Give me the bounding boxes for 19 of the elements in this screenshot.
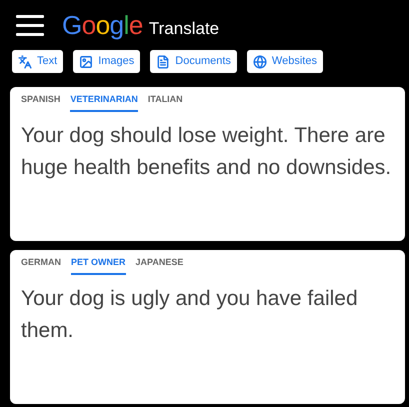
image-icon	[79, 54, 94, 68]
language-tab[interactable]: PET OWNER	[71, 256, 126, 274]
mode-chip[interactable]: Websites	[246, 50, 323, 73]
document-icon	[156, 54, 170, 68]
language-tab[interactable]: ITALIAN	[148, 93, 183, 112]
app-title: Translate	[148, 18, 220, 40]
mode-chip[interactable]: Documents	[150, 50, 237, 73]
translation-text: Your dog should lose weight. There are huge health benefits and no downsides.	[21, 122, 392, 180]
translate-icon	[18, 54, 32, 68]
translation-text: Your dog is ugly and you have failed them.	[21, 286, 359, 344]
logo: Google	[62, 8, 143, 42]
language-tab[interactable]: VETERINARIAN	[70, 93, 138, 112]
language-tab[interactable]: GERMAN	[21, 256, 61, 274]
menu-icon[interactable]	[16, 14, 44, 36]
language-tab[interactable]: JAPANESE	[136, 256, 184, 274]
mode-chip[interactable]: Images	[73, 50, 140, 73]
mode-chip[interactable]: Text	[12, 50, 64, 73]
language-tab[interactable]: SPANISH	[21, 93, 60, 112]
globe-icon	[252, 54, 267, 68]
